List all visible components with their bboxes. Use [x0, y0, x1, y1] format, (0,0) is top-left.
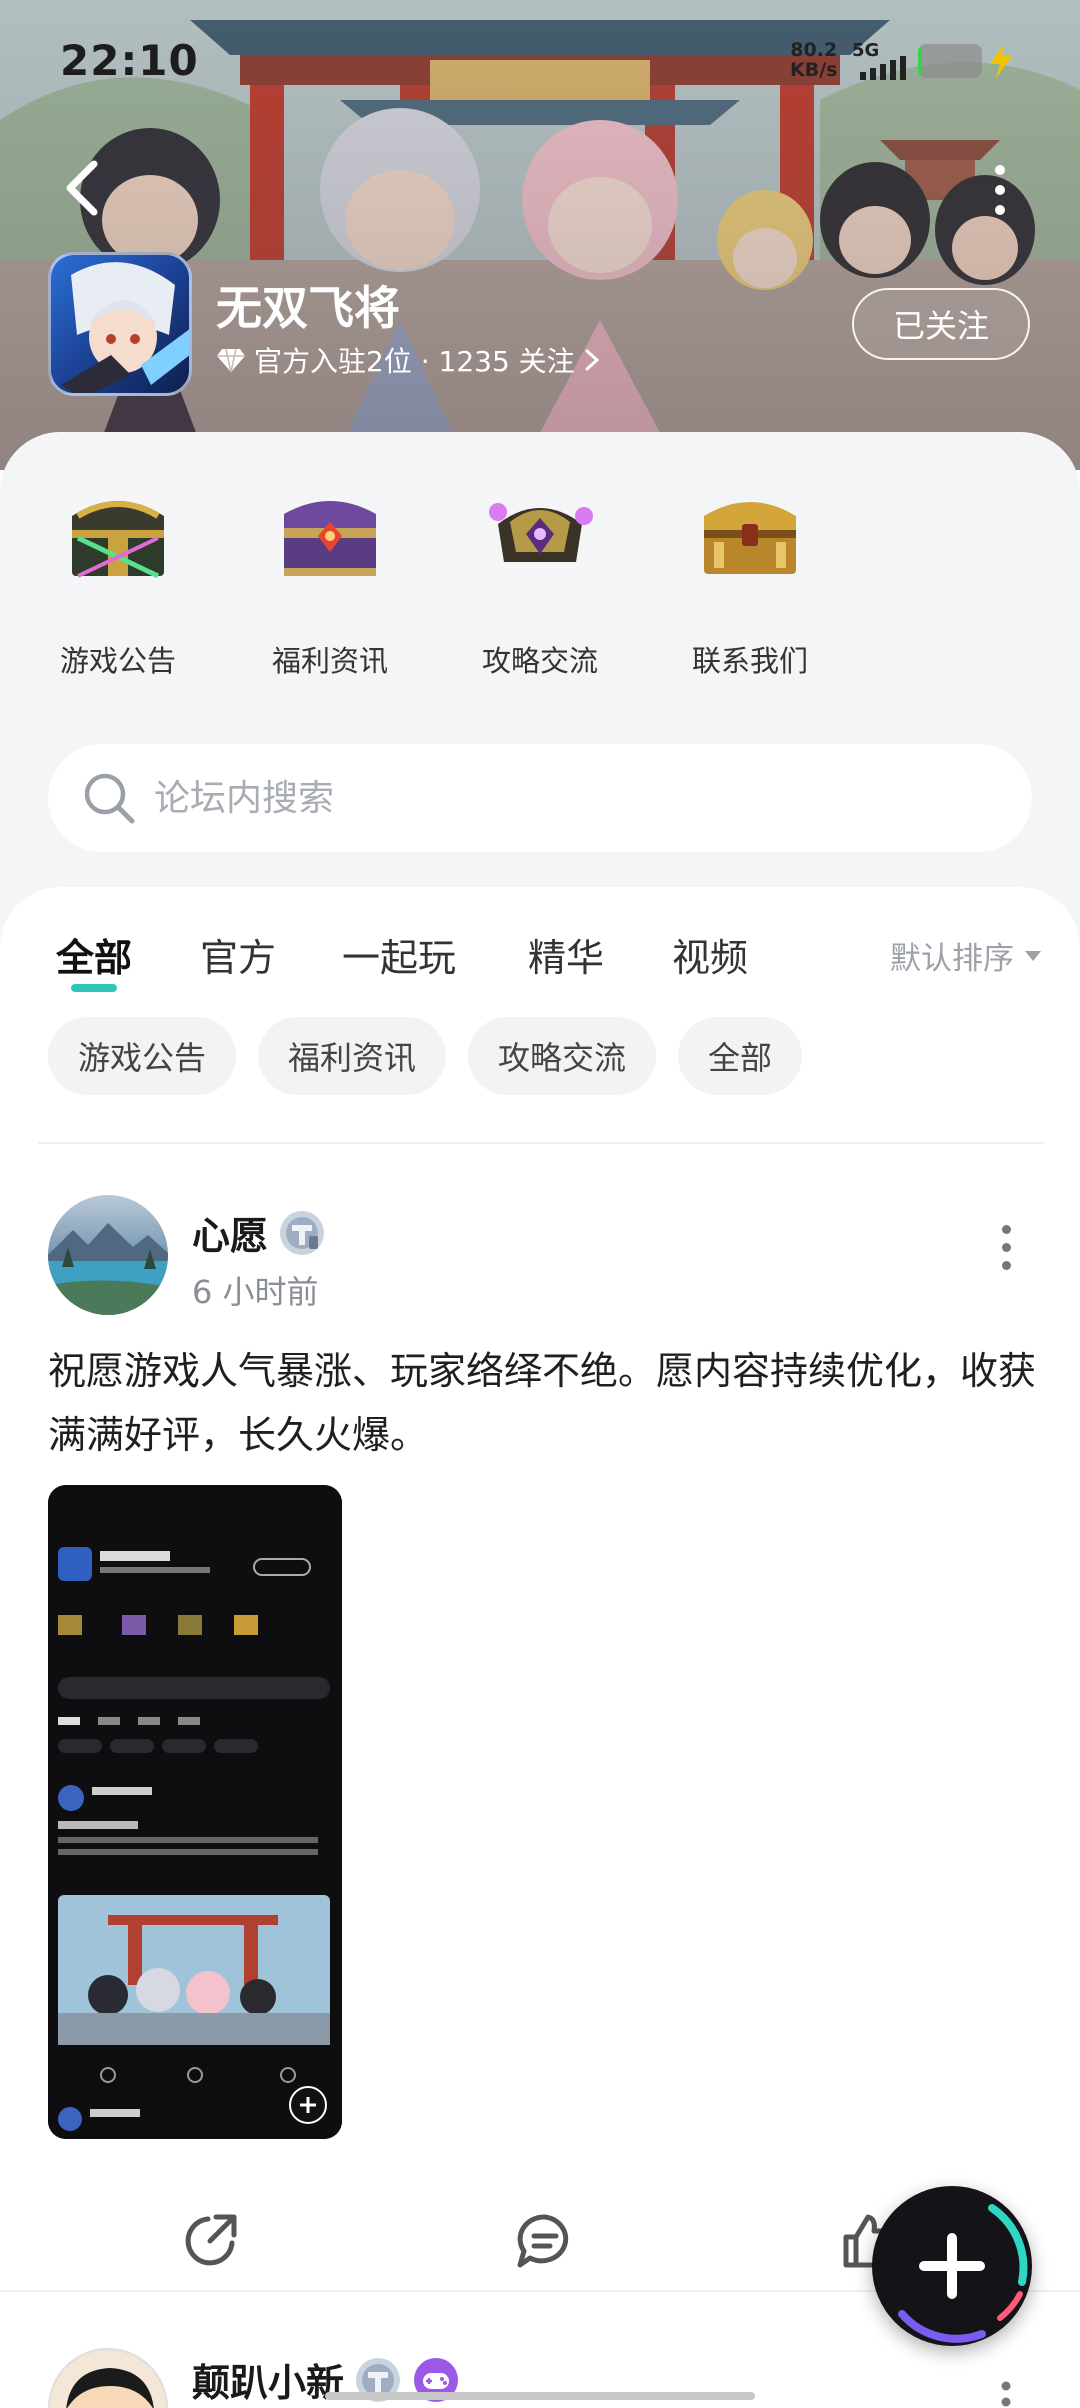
- screenshot-thumbnail: [48, 1485, 342, 2139]
- post-more-button[interactable]: [996, 1225, 1016, 1285]
- comment-button[interactable]: [505, 2201, 585, 2281]
- feed-tabs: 全部 官方 一起玩 精华 视频 默认排序: [0, 917, 1080, 1007]
- search-bar[interactable]: [48, 744, 1032, 852]
- tab-play-together[interactable]: 一起玩: [342, 927, 456, 982]
- battery-icon: [918, 44, 982, 78]
- post-feed: 全部 官方 一起玩 精华 视频 默认排序 游戏公告 福利资讯 攻略交流 全部 心…: [0, 887, 1080, 2408]
- more-options-button[interactable]: [980, 160, 1020, 220]
- tab-label: 一起玩: [342, 936, 457, 980]
- status-time: 22:10: [60, 36, 199, 85]
- quick-link-label: 福利资讯: [271, 644, 388, 678]
- game-logo-art: [61, 262, 189, 393]
- fab-ring-decoration: [898, 2204, 1028, 2343]
- battery-level: [918, 44, 922, 78]
- chevron-left-icon: [66, 160, 98, 216]
- chip-guides[interactable]: 攻略交流: [468, 1017, 657, 1095]
- category-chips: 游戏公告 福利资讯 攻略交流 全部: [48, 1017, 803, 1095]
- search-icon: [84, 773, 135, 824]
- quick-link-label: 游戏公告: [59, 644, 176, 678]
- divider: [38, 1142, 1044, 1144]
- status-bar: 22:10 80.2 KB/s 5G: [0, 0, 1080, 120]
- quick-link-guides[interactable]: 攻略交流: [450, 472, 630, 680]
- charging-icon: [990, 44, 1012, 78]
- quick-link-label: 联系我们: [691, 644, 808, 678]
- game-icon[interactable]: [48, 252, 192, 396]
- more-vertical-icon[interactable]: [996, 2380, 1016, 2408]
- level-badge-icon: [280, 1210, 325, 1255]
- quick-link-announcements[interactable]: 游戏公告: [28, 472, 208, 680]
- post-author-name: 心愿: [192, 1214, 269, 1258]
- post-author[interactable]: 心愿: [192, 1205, 326, 1260]
- tab-official[interactable]: 官方: [200, 927, 276, 982]
- network-speed: 80.2 KB/s: [790, 40, 837, 80]
- quick-link-contact[interactable]: 联系我们: [660, 472, 840, 680]
- caret-down-icon: [1025, 950, 1041, 961]
- more-vertical-icon: [1001, 1225, 1011, 1234]
- follow-button[interactable]: 已关注: [852, 288, 1030, 360]
- dark-chest-icon: [489, 503, 593, 562]
- avatar[interactable]: [48, 1195, 168, 1315]
- post-author-name: 颠趴小新: [192, 2361, 345, 2405]
- avatar-landscape-image: [48, 1223, 168, 1315]
- tab-all[interactable]: 全部: [56, 927, 133, 992]
- tab-label: 精华: [528, 936, 605, 980]
- active-tab-indicator: [71, 984, 117, 992]
- tab-label: 视频: [672, 936, 749, 980]
- tab-label: 全部: [56, 936, 133, 980]
- sort-label: 默认排序: [890, 941, 1014, 977]
- avatar[interactable]: [48, 2348, 168, 2408]
- chip-all[interactable]: 全部: [678, 1017, 803, 1095]
- quick-links: 游戏公告 福利资讯 攻略交流 联系我们: [0, 472, 1080, 692]
- quick-link-benefits[interactable]: 福利资讯: [240, 472, 420, 680]
- network-speed-unit: KB/s: [790, 59, 838, 81]
- green-chest-icon: [72, 501, 164, 579]
- home-indicator[interactable]: [325, 2392, 755, 2400]
- post-image[interactable]: [48, 1485, 342, 2139]
- chevron-right-icon: [585, 349, 599, 371]
- back-button[interactable]: [52, 152, 112, 224]
- signal-icon: [860, 56, 906, 80]
- tab-featured[interactable]: 精华: [528, 927, 604, 982]
- tab-video[interactable]: 视频: [672, 927, 748, 982]
- tab-label: 官方: [200, 936, 277, 980]
- post-content: 祝愿游戏人气暴涨、玩家络绎不绝。愿内容持续优化，收获满满好评，长久火爆。: [48, 1349, 1037, 1457]
- game-subtitle-text: 官方入驻2位 · 1235 关注: [254, 345, 575, 378]
- comment-icon: [517, 2214, 569, 2268]
- avatar-cartoon-image: [66, 2368, 154, 2408]
- gold-chest-icon: [704, 502, 796, 574]
- post-time: 6 小时前: [192, 1273, 319, 1311]
- game-title: 无双飞将: [216, 281, 400, 335]
- share-button[interactable]: [170, 2201, 250, 2281]
- forum-sheet: 游戏公告 福利资讯 攻略交流 联系我们 论坛内搜索 全部 官方 一起玩 精华 视…: [0, 432, 1080, 2408]
- purple-chest-icon: [284, 501, 376, 576]
- share-icon: [185, 2214, 237, 2266]
- diamond-icon: [217, 348, 245, 373]
- chip-benefits[interactable]: 福利资讯: [258, 1017, 447, 1095]
- chip-announcements[interactable]: 游戏公告: [48, 1017, 237, 1095]
- network-speed-value: 80.2: [790, 39, 838, 61]
- create-post-button[interactable]: [872, 2186, 1032, 2346]
- sort-dropdown[interactable]: 默认排序: [890, 933, 1042, 978]
- quick-link-label: 攻略交流: [481, 644, 598, 678]
- game-subtitle[interactable]: 官方入驻2位 · 1235 关注: [216, 340, 601, 380]
- more-vertical-icon: [995, 165, 1005, 175]
- search-input[interactable]: [154, 777, 954, 819]
